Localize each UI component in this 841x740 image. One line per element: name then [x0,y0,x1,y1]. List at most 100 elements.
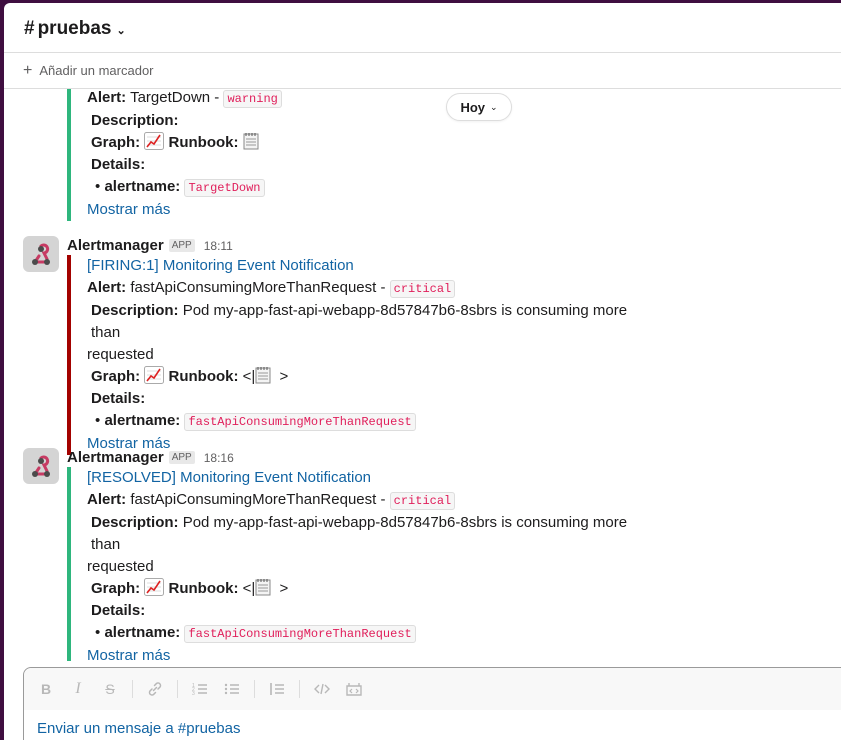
channel-header: # pruebas ⌄ [4,3,841,53]
alert-severity: critical [389,492,456,510]
sender-name[interactable]: Alertmanager [67,237,164,254]
runbook-label: Runbook: [168,134,239,151]
message-input[interactable]: Enviar un mensaje a #pruebas [37,720,240,737]
description-line: Description: [87,110,647,132]
runbook-prefix: <| [242,580,256,597]
details-label: Details: [91,390,146,407]
blockquote-icon[interactable] [267,679,287,699]
channel-panel: # pruebas ⌄ + Añadir un marcador Alert: … [4,3,841,740]
alert-text: fastApiConsumingMoreThanRequest - [130,279,386,296]
alertname-line: • alertname: TargetDown [87,176,647,199]
description-label: Description: [91,302,179,319]
avatar[interactable] [23,448,59,484]
message-attachment: [RESOLVED] Monitoring Event Notification… [67,467,647,661]
link-icon[interactable] [145,679,165,699]
runbook-suffix: > [279,368,289,385]
alertname-label: alertname: [104,178,181,195]
graph-runbook-line: Graph: Runbook: <| > [87,578,647,600]
add-bookmark-button[interactable]: + Añadir un marcador [4,53,841,89]
webhook-icon [32,455,50,477]
timestamp[interactable]: 18:16 [204,451,234,465]
details-label: Details: [91,602,146,619]
date-label: Hoy [460,99,485,115]
description-line: Description: Pod my-app-fast-api-webapp-… [87,512,647,556]
alert-severity: warning [223,90,282,108]
description-label: Description: [91,112,179,129]
chart-emoji-icon[interactable] [144,578,165,596]
alert-label: Alert: [87,491,127,508]
alert-text: TargetDown - [130,89,220,106]
strikethrough-icon[interactable]: S [100,679,120,699]
app-badge: APP [168,451,195,464]
description-line: Description: Pod my-app-fast-api-webapp-… [87,300,647,344]
message-attachment: [FIRING:1] Monitoring Event Notification… [67,255,647,455]
chevron-down-icon: ⌄ [490,101,498,112]
add-bookmark-label: Añadir un marcador [39,63,154,78]
alertname-value: TargetDown [184,179,265,197]
italic-icon[interactable]: I [68,679,88,699]
runbook-label: Runbook: [168,580,239,597]
attachment-title-link[interactable]: [RESOLVED] Monitoring Event Notification [87,467,647,489]
notepad-emoji-icon[interactable] [255,578,275,596]
app-badge: APP [168,239,195,252]
alert-line: Alert: TargetDown - warning [87,89,647,110]
code-icon[interactable] [312,679,332,699]
alert-line: Alert: fastApiConsumingMoreThanRequest -… [87,489,647,512]
message-item: Alert: TargetDown - warning Description:… [4,89,841,221]
show-more-link[interactable]: Mostrar más [87,199,647,221]
message-list: Alert: TargetDown - warning Description:… [4,89,841,661]
alertname-line: • alertname: fastApiConsumingMoreThanReq… [87,622,647,645]
graph-runbook-line: Graph: Runbook: [87,132,647,154]
message-composer[interactable]: B I S 123 Enviar un mensaje a #pruebas [23,667,841,740]
chart-emoji-icon[interactable] [144,366,165,384]
bullet-icon: • [95,178,101,195]
sender-name[interactable]: Alertmanager [67,449,164,466]
timestamp[interactable]: 18:11 [204,239,233,253]
alert-line: Alert: fastApiConsumingMoreThanRequest -… [87,277,647,300]
code-block-icon[interactable] [344,679,364,699]
attachment-title-link[interactable]: [FIRING:1] Monitoring Event Notification [87,255,647,277]
details-line: Details: [87,600,647,622]
notepad-emoji-icon[interactable] [243,132,263,150]
chart-emoji-icon[interactable] [144,132,165,150]
formatting-toolbar: B I S 123 [24,668,841,710]
alert-text: fastApiConsumingMoreThanRequest - [130,491,386,508]
channel-hash: # [24,18,35,39]
ordered-list-icon[interactable]: 123 [190,679,210,699]
description-cont: requested [87,558,154,575]
notepad-emoji-icon[interactable] [255,366,275,384]
details-line: Details: [87,154,647,176]
bullet-icon: • [95,412,101,429]
graph-label: Graph: [91,368,141,385]
description-cont: requested [87,346,154,363]
alert-label: Alert: [87,279,127,296]
show-more-link[interactable]: Mostrar más [87,645,647,661]
alert-label: Alert: [87,89,127,106]
message-item: Alertmanager APP 18:11 [FIRING:1] Monito… [4,231,841,455]
graph-label: Graph: [91,134,141,151]
svg-text:3: 3 [192,691,195,697]
bullet-icon: • [95,624,101,641]
message-item: Alertmanager APP 18:16 [RESOLVED] Monito… [4,443,841,661]
details-label: Details: [91,156,146,173]
bold-icon[interactable]: B [36,679,56,699]
runbook-suffix: > [279,580,289,597]
alertname-label: alertname: [104,624,181,641]
toolbar-divider [177,680,178,698]
toolbar-divider [254,680,255,698]
toolbar-divider [132,680,133,698]
alert-severity: critical [389,280,456,298]
bulleted-list-icon[interactable] [222,679,242,699]
plus-icon: + [23,61,33,79]
date-divider-button[interactable]: Hoy ⌄ [446,93,512,121]
message-attachment: Alert: TargetDown - warning Description:… [67,89,647,221]
message-meta: Alertmanager APP 18:11 [67,237,233,254]
channel-name: pruebas [37,18,112,39]
description-label: Description: [91,514,179,531]
channel-name-button[interactable]: # pruebas ⌄ [24,18,126,40]
avatar[interactable] [23,236,59,272]
message-meta: Alertmanager APP 18:16 [67,449,234,466]
alertname-value: fastApiConsumingMoreThanRequest [184,625,416,643]
details-line: Details: [87,388,647,410]
runbook-label: Runbook: [168,368,239,385]
